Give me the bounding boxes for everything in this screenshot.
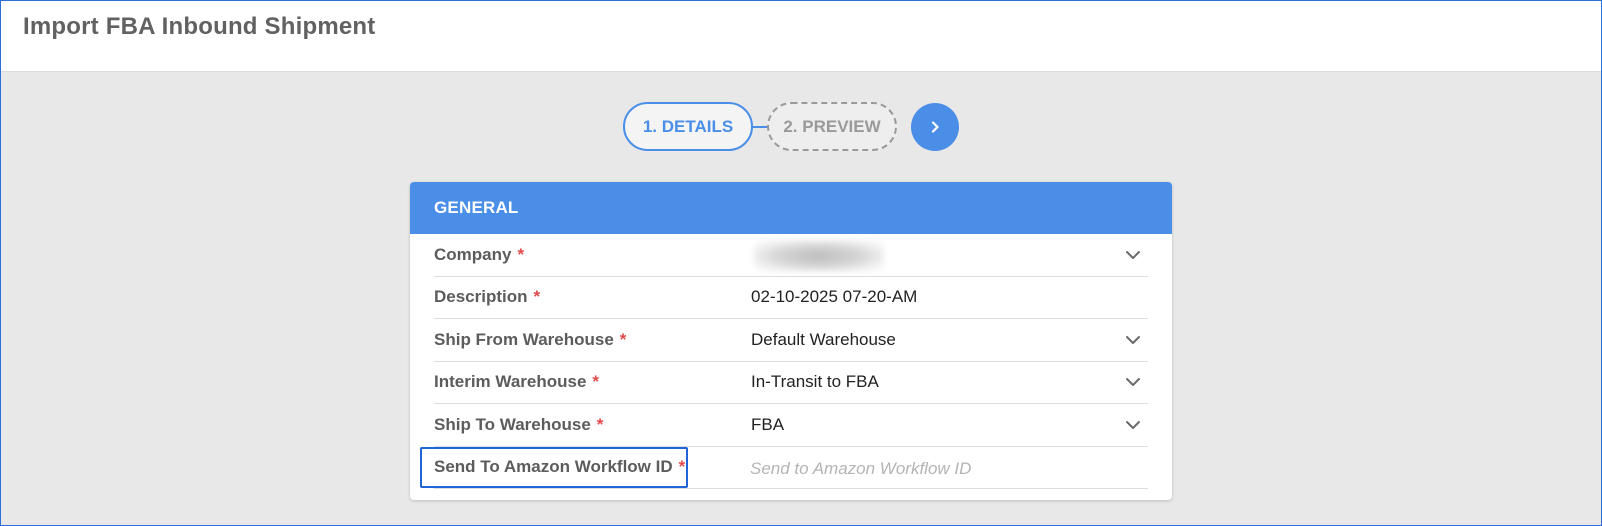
description-row: Description * 02-10-2025 07-20-AM bbox=[434, 277, 1148, 319]
required-asterisk: * bbox=[619, 329, 627, 349]
chevron-down-icon[interactable] bbox=[1124, 417, 1142, 433]
workflow-id-input[interactable] bbox=[750, 454, 1130, 483]
ship-to-warehouse-row: Ship To Warehouse * FBA bbox=[434, 404, 1148, 447]
ship-to-warehouse-label: Ship To Warehouse * bbox=[434, 414, 604, 434]
chevron-right-icon bbox=[931, 121, 939, 133]
required-asterisk: * bbox=[592, 372, 600, 392]
chevron-down-icon[interactable] bbox=[1124, 332, 1142, 348]
interim-warehouse-label: Interim Warehouse * bbox=[434, 372, 600, 392]
workflow-id-row: Send To Amazon Workflow ID * bbox=[434, 447, 1148, 489]
step-details[interactable]: 1. DETAILS bbox=[623, 102, 753, 151]
interim-warehouse-select[interactable]: In-Transit to FBA bbox=[751, 362, 879, 404]
interim-warehouse-row: Interim Warehouse * In-Transit to FBA bbox=[434, 362, 1148, 404]
page-header: Import FBA Inbound Shipment bbox=[1, 1, 1601, 72]
company-label: Company * bbox=[434, 244, 525, 264]
required-asterisk: * bbox=[517, 244, 525, 264]
ship-from-warehouse-select[interactable]: Default Warehouse bbox=[751, 319, 896, 361]
step-preview[interactable]: 2. PREVIEW bbox=[767, 102, 897, 151]
general-card: GENERAL Company * Description * 02-10-2025… bbox=[410, 182, 1172, 500]
general-form: Company * Description * 02-10-2025 07-20-A… bbox=[410, 234, 1172, 489]
company-row: Company * bbox=[434, 234, 1148, 277]
required-asterisk: * bbox=[596, 414, 604, 434]
ship-from-warehouse-label: Ship From Warehouse * bbox=[434, 329, 627, 349]
page-title: Import FBA Inbound Shipment bbox=[23, 13, 376, 40]
description-value[interactable]: 02-10-2025 07-20-AM bbox=[751, 277, 917, 319]
chevron-down-icon[interactable] bbox=[1124, 374, 1142, 390]
wizard-stepper: 1. DETAILS 2. PREVIEW bbox=[1, 102, 1601, 152]
ship-from-warehouse-row: Ship From Warehouse * Default Warehouse bbox=[434, 319, 1148, 362]
description-label: Description * bbox=[434, 287, 541, 307]
general-card-header: GENERAL bbox=[410, 182, 1172, 234]
next-step-button[interactable] bbox=[911, 103, 959, 151]
step-connector bbox=[753, 126, 768, 128]
workflow-id-label: Send To Amazon Workflow ID * bbox=[434, 457, 686, 477]
chevron-down-icon[interactable] bbox=[1124, 247, 1142, 263]
app-frame: Import FBA Inbound Shipment 1. DETAILS 2… bbox=[0, 0, 1602, 526]
ship-to-warehouse-select[interactable]: FBA bbox=[751, 404, 784, 446]
company-value-redacted[interactable] bbox=[754, 240, 884, 272]
required-asterisk: * bbox=[533, 287, 541, 307]
required-asterisk: * bbox=[678, 457, 686, 477]
